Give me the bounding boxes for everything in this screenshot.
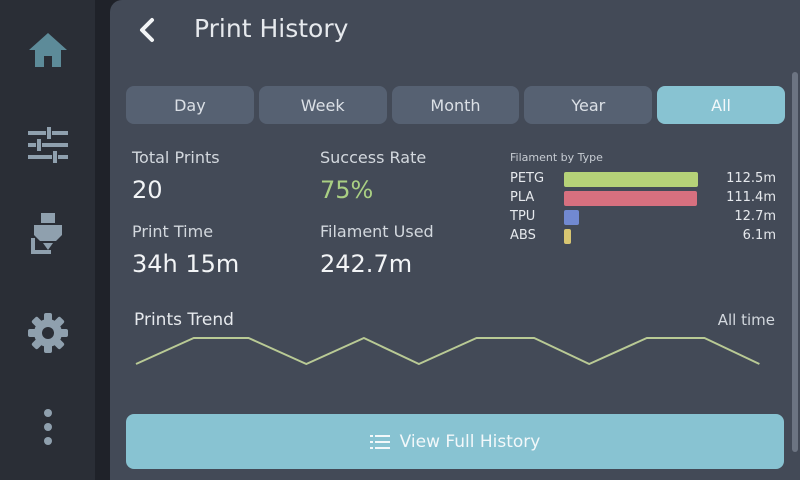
time-range-tabs: Day Week Month Year All <box>126 86 785 124</box>
stat-value: 75% <box>320 176 374 204</box>
sidebar <box>0 0 95 480</box>
filament-bar <box>564 172 698 187</box>
filament-type-label: TPU <box>510 209 536 224</box>
tab-year[interactable]: Year <box>524 86 653 124</box>
home-icon <box>28 33 67 67</box>
filament-type-label: ABS <box>510 228 536 243</box>
extruder-icon <box>30 213 62 254</box>
stat-value: 20 <box>132 176 163 204</box>
filament-row: PLA 111.4m <box>510 189 776 207</box>
nav-home[interactable] <box>0 15 95 85</box>
view-full-history-button[interactable]: View Full History <box>126 414 784 469</box>
stat-value: 34h 15m <box>132 250 240 278</box>
stat-label: Total Prints <box>132 148 220 167</box>
list-icon <box>369 434 390 449</box>
view-full-history-label: View Full History <box>399 431 541 452</box>
tab-week[interactable]: Week <box>258 86 387 124</box>
filament-bar <box>564 210 579 225</box>
trend-title: Prints Trend <box>134 310 234 330</box>
stat-label: Filament Used <box>320 222 434 241</box>
stat-label: Print Time <box>132 222 214 241</box>
stat-filament-used: Filament Used 242.7m <box>320 222 434 279</box>
filament-amount: 111.4m <box>726 190 776 205</box>
filament-row: ABS 6.1m <box>510 227 776 245</box>
nav-tune[interactable] <box>0 110 95 180</box>
back-button[interactable] <box>128 10 164 50</box>
filament-amount: 6.1m <box>742 228 776 243</box>
filament-bar <box>564 191 697 206</box>
trend-range-label: All time <box>717 311 775 329</box>
filament-type-label: PLA <box>510 190 535 205</box>
chevron-left-icon <box>140 18 154 42</box>
sliders-icon <box>27 127 68 163</box>
filament-row: TPU 12.7m <box>510 208 776 226</box>
filament-bar <box>564 229 571 244</box>
more-icon <box>43 409 52 445</box>
filament-row: PETG 112.5m <box>510 170 776 188</box>
scrollbar[interactable] <box>792 72 798 452</box>
nav-settings[interactable] <box>0 298 95 368</box>
tab-all[interactable]: All <box>657 86 785 124</box>
stat-success-rate: Success Rate 75% <box>320 148 426 205</box>
filament-amount: 12.7m <box>734 209 776 224</box>
stat-total-prints: Total Prints 20 <box>132 148 220 205</box>
print-history-panel: Print History Day Week Month Year All To… <box>110 0 800 480</box>
page-title: Print History <box>194 14 349 43</box>
tab-day[interactable]: Day <box>126 86 254 124</box>
trend-line <box>135 337 760 365</box>
tab-month[interactable]: Month <box>391 86 520 124</box>
stat-value: 242.7m <box>320 250 413 278</box>
filament-amount: 112.5m <box>726 171 776 186</box>
filament-chart-title: Filament by Type <box>510 151 603 164</box>
prints-trend-chart <box>135 337 760 365</box>
filament-type-label: PETG <box>510 171 545 186</box>
nav-more[interactable] <box>0 392 95 462</box>
gear-icon <box>27 313 68 353</box>
nav-extrude[interactable] <box>0 200 95 270</box>
stat-label: Success Rate <box>320 148 427 167</box>
stat-print-time: Print Time 34h 15m <box>132 222 239 279</box>
